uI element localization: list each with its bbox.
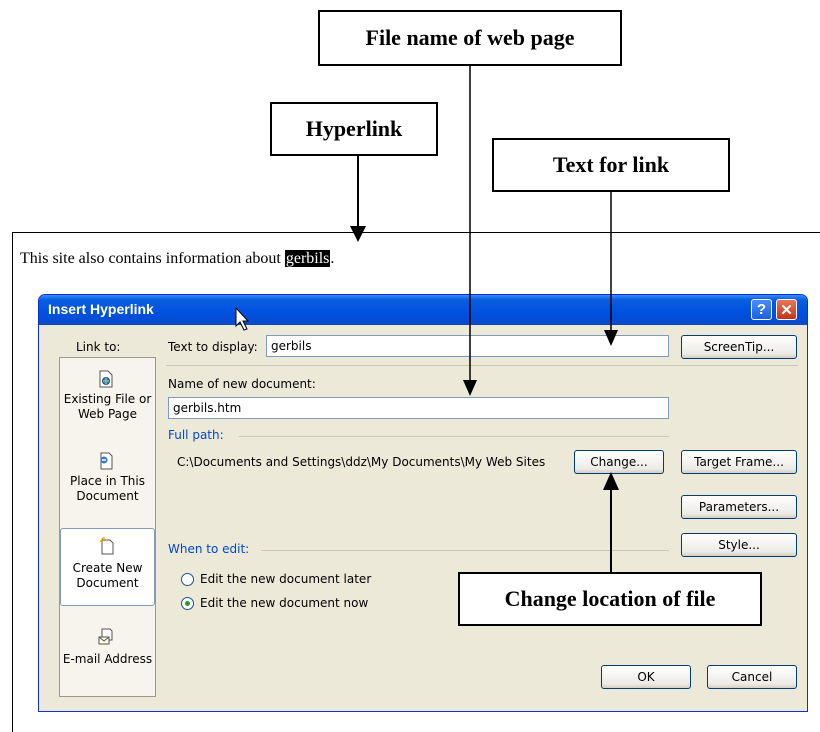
sidebar-item-place-in-document[interactable]: Place in This Document: [60, 450, 155, 514]
email-address-icon: [98, 628, 113, 645]
dialog-titlebar[interactable]: Insert Hyperlink ? ✕: [39, 295, 807, 325]
sidebar-label-create-2: Document: [76, 576, 139, 590]
sidebar-label-place-2: Document: [76, 489, 139, 503]
document-text-end: .: [330, 250, 335, 267]
full-path-label: Full path:: [168, 428, 224, 442]
place-in-document-icon: [100, 452, 113, 470]
sidebar-item-create-new-document[interactable]: Create New Document: [60, 528, 155, 606]
radio-edit-later[interactable]: [181, 573, 194, 586]
when-to-edit-label: When to edit:: [168, 542, 250, 556]
screentip-button[interactable]: ScreenTip...: [681, 335, 797, 359]
dialog-title: Insert Hyperlink: [48, 301, 154, 317]
callout-text-for-link: Text for link: [492, 138, 730, 192]
callout-change-location: Change location of file: [458, 572, 762, 626]
full-path-value: C:\Documents and Settings\ddz\My Documen…: [177, 455, 546, 469]
callout-file-name: File name of web page: [318, 10, 622, 66]
cancel-button[interactable]: Cancel: [707, 665, 797, 689]
ok-button[interactable]: OK: [601, 665, 691, 689]
sidebar-item-existing-file[interactable]: Existing File or Web Page: [60, 368, 155, 432]
separator: [166, 365, 798, 366]
sidebar-label-create-1: Create New: [72, 561, 143, 575]
sidebar-label-existing-2: Web Page: [77, 407, 138, 421]
text-to-display-label: Text to display:: [168, 340, 258, 354]
radio-edit-now-label[interactable]: Edit the new document now: [200, 596, 368, 610]
callout-hyperlink: Hyperlink: [270, 102, 438, 156]
radio-edit-later-label[interactable]: Edit the new document later: [200, 572, 371, 586]
link-to-label: Link to:: [76, 340, 121, 354]
document-text: This site also contains information abou…: [20, 250, 285, 267]
target-frame-button[interactable]: Target Frame...: [681, 450, 797, 474]
radio-edit-now[interactable]: [181, 597, 194, 610]
selected-link-text[interactable]: gerbils: [284, 250, 331, 267]
help-icon[interactable]: ?: [751, 299, 772, 320]
name-of-new-document-label: Name of new document:: [168, 377, 316, 391]
style-button[interactable]: Style...: [681, 533, 797, 557]
close-icon[interactable]: ✕: [776, 299, 797, 320]
text-to-display-input[interactable]: gerbils: [266, 335, 669, 357]
change-button[interactable]: Change...: [574, 450, 664, 474]
full-path-separator: [239, 436, 669, 437]
sidebar-label-place-1: Place in This: [70, 474, 145, 488]
insert-hyperlink-dialog: Insert Hyperlink ? ✕ Link to: Existing F…: [38, 294, 808, 712]
link-to-sidebar: Existing File or Web Page Place in This …: [59, 357, 156, 697]
parameters-button[interactable]: Parameters...: [681, 495, 797, 519]
when-to-edit-separator: [261, 550, 669, 551]
sidebar-item-email-address[interactable]: E-mail Address: [60, 624, 155, 684]
sidebar-label-existing-1: Existing File or: [63, 392, 152, 406]
existing-file-icon: [99, 370, 113, 388]
document-text-line: This site also contains information abou…: [20, 250, 334, 268]
new-document-name-input[interactable]: gerbils.htm: [168, 397, 669, 419]
create-new-document-icon: [99, 537, 114, 555]
sidebar-label-email: E-mail Address: [62, 652, 153, 666]
